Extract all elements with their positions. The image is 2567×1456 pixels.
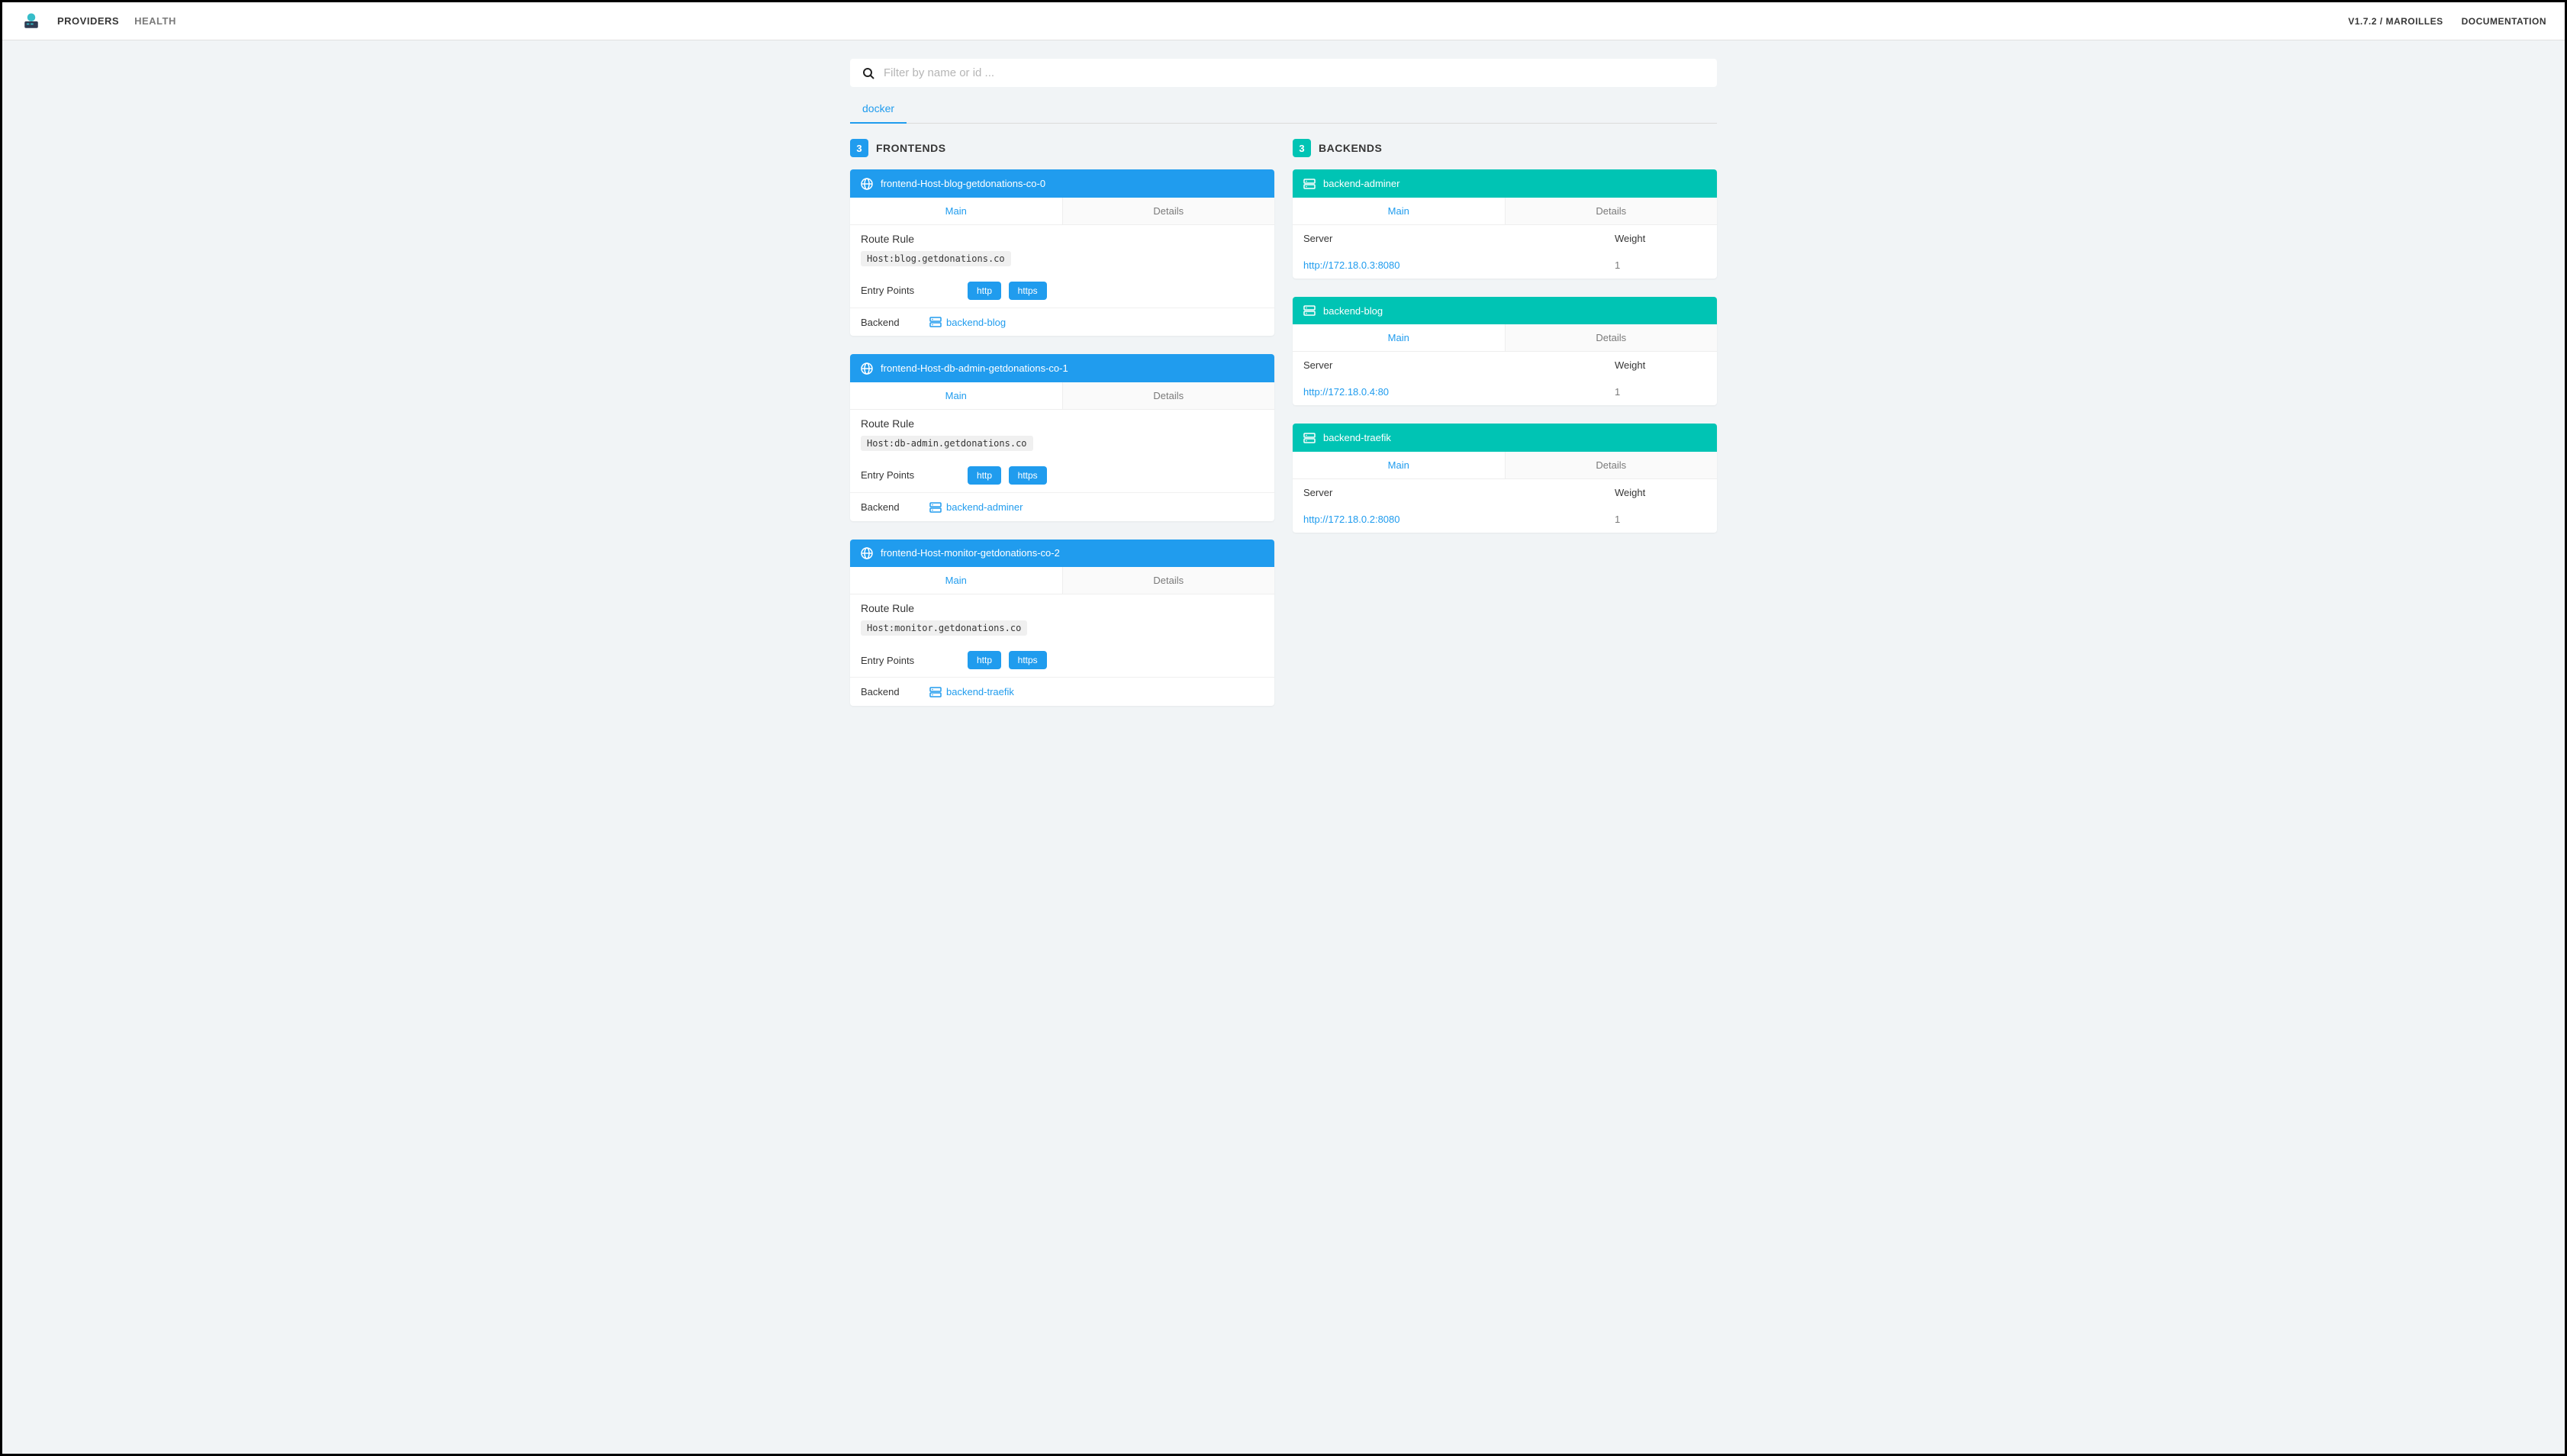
provider-tabs: docker — [850, 96, 1717, 124]
frontend-card: frontend-Host-monitor-getdonations-co-2 … — [850, 540, 1274, 706]
route-rule-value: Host:db-admin.getdonations.co — [861, 436, 1033, 451]
backend-link[interactable]: backend-adminer — [929, 501, 1023, 514]
label-route-rule: Route Rule — [861, 417, 1264, 430]
entrypoint-tag: https — [1009, 651, 1047, 669]
label-entry-points: Entry Points — [861, 469, 968, 481]
label-route-rule: Route Rule — [861, 602, 1264, 614]
label-backend: Backend — [861, 317, 929, 328]
backend-card: backend-traefik Main Details Server Weig… — [1293, 424, 1717, 533]
server-icon — [1303, 304, 1316, 317]
label-entry-points: Entry Points — [861, 655, 968, 666]
backend-card: backend-blog Main Details Server Weight … — [1293, 297, 1717, 406]
label-entry-points: Entry Points — [861, 285, 968, 296]
tab-details[interactable]: Details — [1062, 198, 1275, 225]
globe-icon — [861, 177, 873, 190]
tab-main[interactable]: Main — [850, 567, 1062, 594]
label-weight: Weight — [1615, 233, 1706, 244]
server-weight: 1 — [1615, 386, 1706, 398]
entrypoint-tag: http — [968, 466, 1001, 485]
label-backend: Backend — [861, 686, 929, 697]
frontends-title: FRONTENDS — [876, 142, 946, 154]
server-icon — [1303, 431, 1316, 444]
nav-version[interactable]: V1.7.2 / MAROILLES — [2348, 16, 2443, 27]
server-url[interactable]: http://172.18.0.2:8080 — [1303, 514, 1400, 525]
server-icon — [929, 501, 942, 514]
search-input[interactable] — [884, 66, 1705, 79]
tab-main[interactable]: Main — [850, 382, 1062, 410]
frontend-card: frontend-Host-blog-getdonations-co-0 Mai… — [850, 169, 1274, 336]
entrypoint-tag: http — [968, 651, 1001, 669]
server-weight: 1 — [1615, 259, 1706, 271]
search-icon — [862, 66, 874, 79]
frontend-name: frontend-Host-blog-getdonations-co-0 — [881, 178, 1045, 189]
backend-name: backend-blog — [1323, 305, 1383, 317]
backends-count: 3 — [1293, 139, 1311, 157]
entrypoint-tag: https — [1009, 282, 1047, 300]
nav-health[interactable]: HEALTH — [134, 15, 176, 27]
route-rule-value: Host:monitor.getdonations.co — [861, 620, 1027, 636]
label-route-rule: Route Rule — [861, 233, 1264, 245]
tab-docker[interactable]: docker — [850, 96, 907, 124]
backend-link[interactable]: backend-traefik — [929, 685, 1014, 698]
traefik-logo — [21, 11, 42, 32]
label-weight: Weight — [1615, 487, 1706, 498]
tab-details[interactable]: Details — [1505, 452, 1718, 479]
frontends-count: 3 — [850, 139, 868, 157]
frontend-card: frontend-Host-db-admin-getdonations-co-1… — [850, 354, 1274, 520]
frontend-name: frontend-Host-db-admin-getdonations-co-1 — [881, 362, 1068, 374]
label-backend: Backend — [861, 501, 929, 513]
frontend-name: frontend-Host-monitor-getdonations-co-2 — [881, 547, 1060, 559]
search-bar — [850, 59, 1717, 87]
route-rule-value: Host:blog.getdonations.co — [861, 251, 1011, 266]
label-server: Server — [1303, 487, 1615, 498]
label-server: Server — [1303, 233, 1615, 244]
globe-icon — [861, 547, 873, 560]
tab-main[interactable]: Main — [1293, 198, 1505, 225]
tab-main[interactable]: Main — [1293, 324, 1505, 352]
navbar: PROVIDERS HEALTH V1.7.2 / MAROILLES DOCU… — [2, 2, 2565, 40]
server-icon — [929, 685, 942, 698]
tab-details[interactable]: Details — [1062, 382, 1275, 410]
label-server: Server — [1303, 359, 1615, 371]
backend-card: backend-adminer Main Details Server Weig… — [1293, 169, 1717, 279]
tab-details[interactable]: Details — [1505, 324, 1718, 352]
entrypoint-tag: http — [968, 282, 1001, 300]
server-weight: 1 — [1615, 514, 1706, 525]
tab-main[interactable]: Main — [850, 198, 1062, 225]
tab-details[interactable]: Details — [1062, 567, 1275, 594]
backend-name: backend-adminer — [1323, 178, 1399, 189]
server-url[interactable]: http://172.18.0.4:80 — [1303, 386, 1389, 398]
backends-title: BACKENDS — [1319, 142, 1382, 154]
backend-name: backend-traefik — [1323, 432, 1391, 443]
nav-documentation[interactable]: DOCUMENTATION — [2462, 16, 2546, 27]
server-icon — [1303, 177, 1316, 190]
tab-main[interactable]: Main — [1293, 452, 1505, 479]
globe-icon — [861, 362, 873, 375]
tab-details[interactable]: Details — [1505, 198, 1718, 225]
server-icon — [929, 316, 942, 329]
server-url[interactable]: http://172.18.0.3:8080 — [1303, 259, 1400, 271]
nav-providers[interactable]: PROVIDERS — [57, 15, 119, 27]
label-weight: Weight — [1615, 359, 1706, 371]
backend-link[interactable]: backend-blog — [929, 316, 1006, 329]
entrypoint-tag: https — [1009, 466, 1047, 485]
